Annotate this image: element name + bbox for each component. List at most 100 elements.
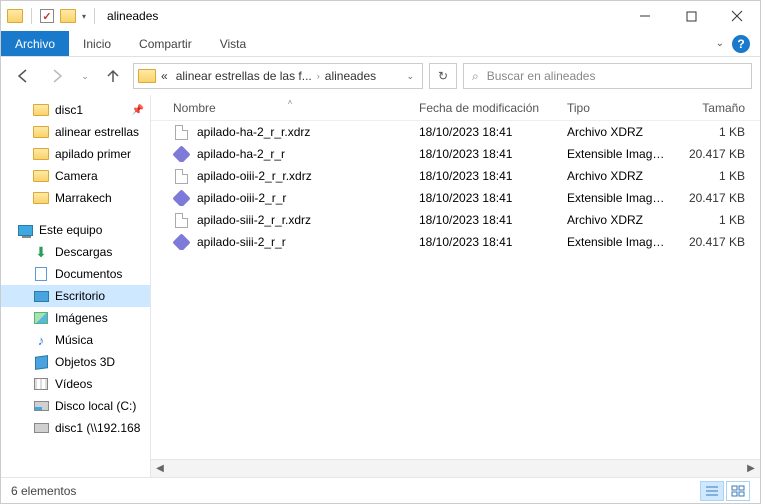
tree-quick-item[interactable]: disc1📌	[1, 99, 150, 121]
tree-pc-item[interactable]: ♪Música	[1, 329, 150, 351]
horizontal-scrollbar[interactable]: ◀ ▶	[151, 459, 760, 477]
titlebar: ✓ ▾ alineades	[1, 1, 760, 31]
separator	[94, 8, 95, 24]
cell-date: 18/10/2023 18:41	[413, 213, 561, 227]
search-input[interactable]: ⌕ Buscar en alineades	[463, 63, 752, 89]
close-button[interactable]	[714, 1, 760, 31]
navigation-bar: ⌄ « alinear estrellas de las f... › alin…	[1, 57, 760, 95]
crumb-overflow[interactable]: «	[158, 69, 171, 83]
window-title: alineades	[107, 9, 158, 23]
desk-icon	[33, 288, 49, 304]
breadcrumb-item[interactable]: alinear estrellas de las f...	[173, 69, 315, 83]
up-button[interactable]	[99, 63, 127, 89]
file-name: apilado-ha-2_r_r	[197, 147, 285, 161]
breadcrumb-item[interactable]: alineades	[322, 69, 379, 83]
tree-pc-item[interactable]: disc1 (\\192.168	[1, 417, 150, 439]
maximize-button[interactable]	[668, 1, 714, 31]
file-row[interactable]: apilado-ha-2_r_r.xdrz18/10/2023 18:41Arc…	[151, 121, 760, 143]
tree-pc-item[interactable]: Documentos	[1, 263, 150, 285]
tree-this-pc[interactable]: Este equipo	[1, 219, 150, 241]
cell-type: Extensible Image ...	[561, 147, 677, 161]
file-row[interactable]: apilado-oiii-2_r_r.xdrz18/10/2023 18:41A…	[151, 165, 760, 187]
separator	[31, 8, 32, 24]
search-icon: ⌕	[472, 69, 479, 84]
file-name: apilado-oiii-2_r_r	[197, 191, 286, 205]
recent-locations-button[interactable]: ⌄	[77, 63, 93, 89]
tree-pc-item[interactable]: Objetos 3D	[1, 351, 150, 373]
view-icons-button[interactable]	[726, 481, 750, 501]
qat-newfolder-icon[interactable]	[60, 9, 76, 23]
qat-properties-icon[interactable]: ✓	[40, 9, 54, 23]
disk-icon	[33, 398, 49, 414]
3d-icon	[33, 354, 49, 370]
cell-size: 20.417 KB	[677, 235, 751, 249]
img-icon	[33, 310, 49, 326]
address-dropdown-icon[interactable]: ⌄	[402, 71, 418, 82]
tree-item-label: Marrakech	[55, 191, 112, 205]
minimize-button[interactable]	[622, 1, 668, 31]
scroll-right-icon[interactable]: ▶	[742, 463, 760, 474]
folder-icon	[33, 124, 49, 140]
address-folder-icon	[138, 69, 156, 83]
forward-button[interactable]	[43, 63, 71, 89]
column-size[interactable]: Tamaño	[677, 101, 751, 115]
back-button[interactable]	[9, 63, 37, 89]
tree-pc-item[interactable]: Vídeos	[1, 373, 150, 395]
cell-type: Archivo XDRZ	[561, 169, 677, 183]
tree-item-label: apilado primer	[55, 147, 131, 161]
doc-icon	[33, 266, 49, 282]
tree-quick-item[interactable]: apilado primer	[1, 143, 150, 165]
tree-item-label: Camera	[55, 169, 98, 183]
tree-quick-item[interactable]: alinear estrellas	[1, 121, 150, 143]
tree-pc-item[interactable]: Disco local (C:)	[1, 395, 150, 417]
search-placeholder: Buscar en alineades	[487, 69, 596, 83]
tree-item-label: alinear estrellas	[55, 125, 139, 139]
window-controls	[622, 1, 760, 31]
view-details-button[interactable]	[700, 481, 724, 501]
file-icon	[173, 212, 189, 228]
column-type[interactable]: Tipo	[561, 101, 677, 115]
column-name[interactable]: Nombre˄	[167, 101, 413, 115]
status-count: 6 elementos	[11, 484, 76, 498]
file-row[interactable]: apilado-siii-2_r_r.xdrz18/10/2023 18:41A…	[151, 209, 760, 231]
cell-type: Archivo XDRZ	[561, 213, 677, 227]
ribbon-tab-view[interactable]: Vista	[206, 31, 260, 56]
app-icon[interactable]	[7, 9, 23, 23]
cell-date: 18/10/2023 18:41	[413, 191, 561, 205]
chevron-right-icon[interactable]: ›	[317, 71, 320, 81]
file-name: apilado-oiii-2_r_r.xdrz	[197, 169, 312, 183]
column-date[interactable]: Fecha de modificación	[413, 101, 561, 115]
address-bar[interactable]: « alinear estrellas de las f... › alinea…	[133, 63, 423, 89]
navigation-tree[interactable]: disc1📌 alinear estrellas apilado primer Cam…	[1, 95, 151, 477]
ribbon-tab-home[interactable]: Inicio	[69, 31, 125, 56]
scroll-left-icon[interactable]: ◀	[151, 463, 169, 474]
tree-quick-item[interactable]: Marrakech	[1, 187, 150, 209]
ribbon-tab-share[interactable]: Compartir	[125, 31, 206, 56]
file-row[interactable]: apilado-siii-2_r_r18/10/2023 18:41Extens…	[151, 231, 760, 253]
cell-type: Archivo XDRZ	[561, 125, 677, 139]
qat-customize-icon[interactable]: ▾	[82, 12, 86, 21]
tree-item-label: Objetos 3D	[55, 355, 115, 369]
cell-name: apilado-siii-2_r_r.xdrz	[167, 212, 413, 228]
file-list-pane: Nombre˄ Fecha de modificación Tipo Tamañ…	[151, 95, 760, 477]
folder-icon	[33, 146, 49, 162]
ribbon-tab-file[interactable]: Archivo	[1, 31, 69, 56]
tree-item-label: disc1	[55, 103, 83, 117]
help-icon[interactable]: ?	[732, 35, 750, 53]
status-bar: 6 elementos	[1, 477, 760, 503]
tree-item-label: Escritorio	[55, 289, 105, 303]
tree-pc-item[interactable]: ⬇Descargas	[1, 241, 150, 263]
cell-size: 1 KB	[677, 169, 751, 183]
file-row[interactable]: apilado-ha-2_r_r18/10/2023 18:41Extensib…	[151, 143, 760, 165]
tree-pc-item[interactable]: Imágenes	[1, 307, 150, 329]
ribbon-expand-icon[interactable]: ⌄	[716, 38, 724, 49]
file-row[interactable]: apilado-oiii-2_r_r18/10/2023 18:41Extens…	[151, 187, 760, 209]
tree-quick-item[interactable]: Camera	[1, 165, 150, 187]
cell-name: apilado-oiii-2_r_r	[167, 190, 413, 206]
refresh-button[interactable]: ↻	[429, 63, 457, 89]
tree-pc-item[interactable]: Escritorio	[1, 285, 150, 307]
column-headers: Nombre˄ Fecha de modificación Tipo Tamañ…	[151, 95, 760, 121]
cell-date: 18/10/2023 18:41	[413, 125, 561, 139]
file-name: apilado-siii-2_r_r	[197, 235, 286, 249]
folder-icon	[33, 168, 49, 184]
